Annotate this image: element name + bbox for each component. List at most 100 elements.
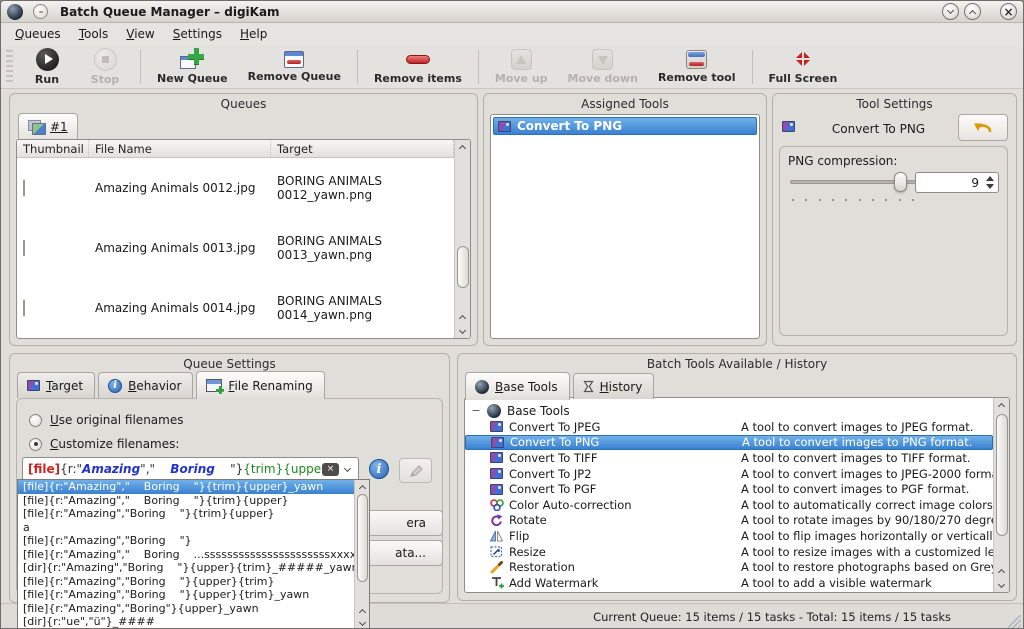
table-row[interactable]: Amazing Animals 0014.jpg BORING ANIMALS … [17, 278, 454, 338]
clear-text-icon[interactable]: × [322, 463, 339, 476]
resize-grip[interactable] [1008, 615, 1021, 628]
spin-up-icon[interactable] [986, 176, 994, 181]
reset-settings-button[interactable] [958, 114, 1008, 141]
menu-view[interactable]: View [126, 27, 154, 41]
titlebar: Batch Queue Manager – digiKam × [1, 1, 1023, 23]
radio-off-icon[interactable] [29, 414, 42, 427]
spin-down-icon[interactable] [986, 184, 994, 189]
scroll-up-button[interactable] [455, 140, 470, 154]
tab-file-renaming[interactable]: File Renaming [196, 371, 324, 399]
tree-root-base-tools[interactable]: − Base Tools [465, 402, 993, 419]
dropdown-item[interactable]: [file]{r:"Amazing"," Boring "}{trim}{upp… [18, 494, 354, 508]
dropdown-scrollbar [354, 480, 369, 629]
undo-icon [972, 120, 994, 135]
radio-on-icon[interactable] [29, 438, 42, 451]
batch-tools-title: Batch Tools Available / History [458, 357, 1016, 371]
compression-slider[interactable] [790, 171, 916, 195]
tool-row-rotate[interactable]: Rotate A tool to rotate images by 90/180… [465, 513, 993, 529]
tab-history[interactable]: History [573, 373, 655, 399]
queue-tab-1[interactable]: #1 [18, 113, 78, 139]
toolbar-handle[interactable] [6, 50, 13, 84]
rename-pattern-combobox[interactable]: [file]{r:"Amazing"," Boring "}{trim}{upp… [22, 457, 359, 481]
queue-tab-icon [28, 120, 45, 134]
scroll-up-button[interactable] [355, 480, 369, 493]
dropdown-item[interactable]: [file]{r:"Amazing"," Boring ...sssssssss… [18, 548, 354, 562]
dropdown-item[interactable]: [file]{r:"Amazing","Boring "} [18, 534, 354, 548]
tool-row-convert-tiff[interactable]: Convert To TIFF A tool to convert images… [465, 450, 993, 466]
menu-queues[interactable]: Queues [15, 27, 61, 41]
rename-info-button[interactable]: i [369, 459, 389, 479]
slider-ticks [792, 199, 914, 201]
scroll-down-button[interactable] [355, 617, 369, 629]
unshade-button[interactable] [964, 3, 981, 20]
run-button[interactable]: Run [18, 46, 76, 88]
scroll-track[interactable] [994, 412, 1009, 564]
dropdown-item[interactable]: a [18, 521, 354, 535]
dropdown-item[interactable]: [dir]{r:"ue","ü"}_#### [18, 615, 354, 629]
compression-spinbox[interactable]: 9 [915, 172, 999, 193]
table-row[interactable]: Amazing Animals 0012.jpg BORING ANIMALS … [17, 158, 454, 218]
compression-label: PNG compression: [788, 154, 897, 168]
window-menu-button[interactable] [33, 4, 48, 19]
new-queue-icon [180, 48, 204, 70]
remove-tool-button[interactable]: Remove tool [648, 46, 746, 88]
slider-handle[interactable] [894, 172, 907, 192]
collapse-expander-icon[interactable]: − [471, 406, 481, 416]
menu-settings[interactable]: Settings [173, 27, 222, 41]
tool-row-add-watermark[interactable]: Add Watermark A tool to add a visible wa… [465, 575, 993, 591]
tool-row-convert-pgf[interactable]: Convert To PGF A tool to convert images … [465, 481, 993, 497]
queues-panel: Queues #1 Thumbnail File Name Target Ama… [9, 93, 478, 346]
customize-filenames-radio[interactable]: Customize filenames: [29, 437, 179, 451]
scroll-track[interactable] [455, 154, 470, 310]
tab-behavior[interactable]: i Behavior [98, 372, 193, 398]
use-original-filenames-radio[interactable]: Use original filenames [29, 413, 183, 427]
tool-row-flip[interactable]: Flip A tool to flip images horizontally … [465, 528, 993, 544]
column-header-thumbnail[interactable]: Thumbnail [17, 140, 89, 157]
scroll-down-button[interactable] [994, 578, 1009, 592]
menubar: Queues Tools View Settings Help [1, 23, 1023, 45]
chevron-down-icon[interactable] [344, 464, 351, 471]
full-screen-icon [792, 48, 814, 70]
tool-row-restoration[interactable]: Restoration A tool to restore photograph… [465, 559, 993, 575]
remove-items-button[interactable]: Remove items [364, 46, 472, 88]
column-header-file-name[interactable]: File Name [89, 140, 271, 157]
dropdown-item[interactable]: [file]{r:"Amazing","Boring"}{upper}_yawn [18, 602, 354, 616]
scroll-up-button[interactable] [355, 605, 369, 617]
tree-scrollbar [993, 398, 1009, 592]
tool-row-color-auto-correction[interactable]: Color Auto-correction A tool to automati… [465, 497, 993, 513]
tool-row-resize[interactable]: Resize A tool to resize images with a cu… [465, 544, 993, 560]
shade-button[interactable] [942, 3, 959, 20]
dropdown-item[interactable]: [dir]{r:"Amazing","Boring "}{upper}{trim… [18, 561, 354, 575]
tool-name-label: Convert To PNG [803, 122, 954, 136]
table-row[interactable]: Amazing Animals 0013.jpg BORING ANIMALS … [17, 218, 454, 278]
info-icon: i [108, 379, 122, 393]
scroll-up-button[interactable] [994, 564, 1009, 578]
dropdown-item[interactable]: [file]{r:"Amazing","Boring "}{upper}{tri… [18, 575, 354, 589]
tab-target[interactable]: Target [17, 372, 95, 398]
menu-tools[interactable]: Tools [79, 27, 109, 41]
scroll-up-button[interactable] [455, 310, 470, 324]
close-button[interactable]: × [1000, 3, 1017, 20]
tool-row-convert-jpeg[interactable]: Convert To JPEG A tool to convert images… [465, 419, 993, 435]
scroll-down-button[interactable] [455, 324, 470, 338]
rename-icon [206, 379, 222, 392]
menu-help[interactable]: Help [240, 27, 267, 41]
scroll-up-button[interactable] [994, 398, 1009, 412]
column-header-target[interactable]: Target [271, 140, 454, 157]
scroll-thumb[interactable] [457, 246, 469, 288]
scroll-thumb[interactable] [996, 414, 1008, 536]
dropdown-item[interactable]: [file]{r:"Amazing"," Boring "}{trim}{upp… [18, 480, 354, 494]
scroll-thumb[interactable] [357, 494, 368, 582]
png-compression-group: PNG compression: 9 [779, 146, 1008, 336]
remove-queue-button[interactable]: Remove Queue [238, 46, 351, 88]
tool-row-convert-png[interactable]: Convert To PNG A tool to convert images … [465, 435, 993, 451]
scroll-track[interactable] [355, 493, 369, 605]
dropdown-item[interactable]: [file]{r:"Amazing","Boring "}{upper}{tri… [18, 588, 354, 602]
assigned-tool-item[interactable]: Convert To PNG [493, 117, 757, 135]
tab-base-tools[interactable]: Base Tools [465, 372, 570, 400]
new-queue-button[interactable]: New Queue [147, 46, 238, 88]
pattern-history-dropdown: [file]{r:"Amazing"," Boring "}{trim}{upp… [17, 479, 370, 629]
tool-row-convert-jp2[interactable]: Convert To JP2 A tool to convert images … [465, 466, 993, 482]
dropdown-item[interactable]: [file]{r:"Amazing","Boring "}{trim}{uppe… [18, 507, 354, 521]
full-screen-button[interactable]: Full Screen [759, 46, 848, 88]
